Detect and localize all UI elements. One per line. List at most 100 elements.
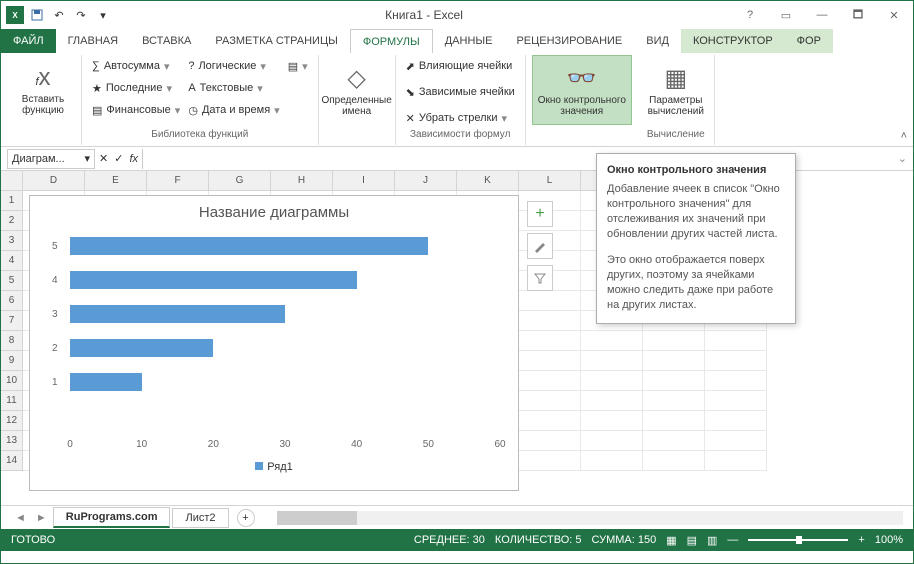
calculator-icon: ▦ [664, 64, 687, 93]
column-header[interactable]: E [85, 171, 147, 191]
add-sheet-button[interactable]: + [237, 509, 255, 527]
column-header[interactable]: G [209, 171, 271, 191]
column-header[interactable]: I [333, 171, 395, 191]
horizontal-scrollbar[interactable] [277, 511, 903, 525]
enter-icon[interactable]: ✓ [114, 152, 123, 165]
row-header[interactable]: 3 [1, 231, 23, 251]
qat-dropdown-icon[interactable]: ▾ [93, 5, 113, 25]
column-header[interactable]: L [519, 171, 581, 191]
insert-function-button[interactable]: fx Вставить функцию [11, 55, 75, 125]
group-calc-label: Вычисление [644, 129, 708, 145]
x-axis-tick: 50 [423, 439, 434, 450]
cancel-icon[interactable]: ✕ [99, 152, 108, 165]
remove-arrows-button[interactable]: ✕Убрать стрелки ▾ [402, 107, 511, 129]
column-header[interactable]: F [147, 171, 209, 191]
title-bar: X ↶ ↷ ▾ Книга1 - Excel ? ▭ — 🗖 ✕ [1, 1, 913, 29]
defined-names-button[interactable]: ◇ Определенные имена [325, 55, 389, 125]
bar[interactable] [70, 339, 213, 357]
tag-icon: ◇ [347, 64, 365, 93]
bar[interactable] [70, 271, 357, 289]
tab-file[interactable]: ФАЙЛ [1, 29, 56, 53]
row-header[interactable]: 11 [1, 391, 23, 411]
trace-dependents-button[interactable]: ⬊Зависимые ячейки [402, 81, 519, 103]
row-header[interactable]: 1 [1, 191, 23, 211]
sheet-tab-list2[interactable]: Лист2 [172, 508, 228, 528]
row-header[interactable]: 12 [1, 411, 23, 431]
row-header[interactable]: 7 [1, 311, 23, 331]
tab-formulas[interactable]: ФОРМУЛЫ [350, 29, 433, 53]
view-normal-icon[interactable]: ▦ [666, 534, 676, 547]
column-header[interactable]: J [395, 171, 457, 191]
trace-precedents-button[interactable]: ⬈Влияющие ячейки [402, 55, 517, 77]
fx-icon[interactable]: fx [129, 153, 138, 165]
redo-icon[interactable]: ↷ [71, 5, 91, 25]
calc-options-button[interactable]: ▦ Параметры вычислений [644, 55, 708, 125]
minimize-button[interactable]: — [807, 5, 837, 25]
row-header[interactable]: 4 [1, 251, 23, 271]
logical-button[interactable]: ?Логические ▾ [184, 55, 283, 77]
tab-design[interactable]: КОНСТРУКТОР [681, 29, 785, 53]
row-header[interactable]: 6 [1, 291, 23, 311]
save-icon[interactable] [27, 5, 47, 25]
bar[interactable] [70, 373, 142, 391]
tab-insert[interactable]: ВСТАВКА [130, 29, 203, 53]
zoom-out-button[interactable]: — [727, 534, 738, 546]
tab-view[interactable]: ВИД [634, 29, 681, 53]
row-header[interactable]: 5 [1, 271, 23, 291]
ribbon-options-button[interactable]: ▭ [771, 5, 801, 25]
x-axis-tick: 60 [494, 439, 505, 450]
view-pagebreak-icon[interactable]: ▥ [707, 534, 717, 547]
row-header[interactable]: 8 [1, 331, 23, 351]
zoom-slider[interactable] [748, 539, 848, 541]
zoom-slider-thumb[interactable] [796, 536, 802, 544]
collapse-ribbon-icon[interactable]: ˄ [901, 130, 907, 142]
expand-formula-icon[interactable]: ⌄ [898, 152, 907, 165]
tab-review[interactable]: РЕЦЕНЗИРОВАНИЕ [504, 29, 634, 53]
maximize-button[interactable]: 🗖 [843, 5, 873, 25]
financial-button[interactable]: ▤Финансовые ▾ [88, 99, 184, 121]
row-header[interactable]: 9 [1, 351, 23, 371]
row-header[interactable]: 2 [1, 211, 23, 231]
chart-title[interactable]: Название диаграммы [30, 196, 518, 229]
bar[interactable] [70, 305, 285, 323]
chart-plot-area[interactable]: 54321 [70, 229, 506, 439]
row-header[interactable]: 10 [1, 371, 23, 391]
column-header[interactable]: H [271, 171, 333, 191]
bar[interactable] [70, 237, 428, 255]
zoom-level[interactable]: 100% [875, 534, 903, 546]
name-box[interactable]: Диаграм...▾ [7, 149, 95, 169]
column-header[interactable]: D [23, 171, 85, 191]
view-layout-icon[interactable]: ▤ [687, 534, 697, 547]
sheet-nav-next-icon[interactable]: ► [32, 512, 51, 524]
scrollbar-thumb[interactable] [277, 511, 357, 525]
tab-data[interactable]: ДАННЫЕ [433, 29, 505, 53]
select-all-corner[interactable] [1, 171, 23, 191]
column-header[interactable]: K [457, 171, 519, 191]
tab-layout[interactable]: РАЗМЕТКА СТРАНИЦЫ [203, 29, 349, 53]
sheet-nav-prev-icon[interactable]: ◄ [11, 512, 30, 524]
chart-object[interactable]: Название диаграммы 54321 0102030405060 Р… [29, 195, 519, 491]
help-button[interactable]: ? [735, 5, 765, 25]
recent-button[interactable]: ★Последние ▾ [88, 77, 184, 99]
tab-home[interactable]: ГЛАВНАЯ [56, 29, 130, 53]
zoom-in-button[interactable]: + [858, 534, 864, 546]
autosum-button[interactable]: ∑Автосумма ▾ [88, 55, 184, 77]
glasses-icon: 👓 [567, 64, 597, 93]
undo-icon[interactable]: ↶ [49, 5, 69, 25]
chart-add-element-button[interactable]: + [527, 201, 553, 227]
text-button[interactable]: AТекстовые ▾ [184, 77, 283, 99]
chart-filter-button[interactable] [527, 265, 553, 291]
row-header[interactable]: 14 [1, 451, 23, 471]
more-functions-button[interactable]: ▤▾ [284, 55, 312, 77]
datetime-button[interactable]: ◷Дата и время ▾ [184, 99, 283, 121]
money-icon: ▤ [92, 104, 102, 117]
dependents-icon: ⬊ [406, 86, 415, 99]
chart-styles-button[interactable] [527, 233, 553, 259]
tab-format[interactable]: ФОР [785, 29, 833, 53]
row-header[interactable]: 13 [1, 431, 23, 451]
sheet-tab-ruprograms[interactable]: RuPrograms.com [53, 507, 171, 528]
close-button[interactable]: ✕ [879, 5, 909, 25]
x-axis-tick: 0 [67, 439, 73, 450]
watch-window-button[interactable]: 👓 Окно контрольного значения [532, 55, 632, 125]
chart-legend[interactable]: Ряд1 [30, 457, 518, 477]
